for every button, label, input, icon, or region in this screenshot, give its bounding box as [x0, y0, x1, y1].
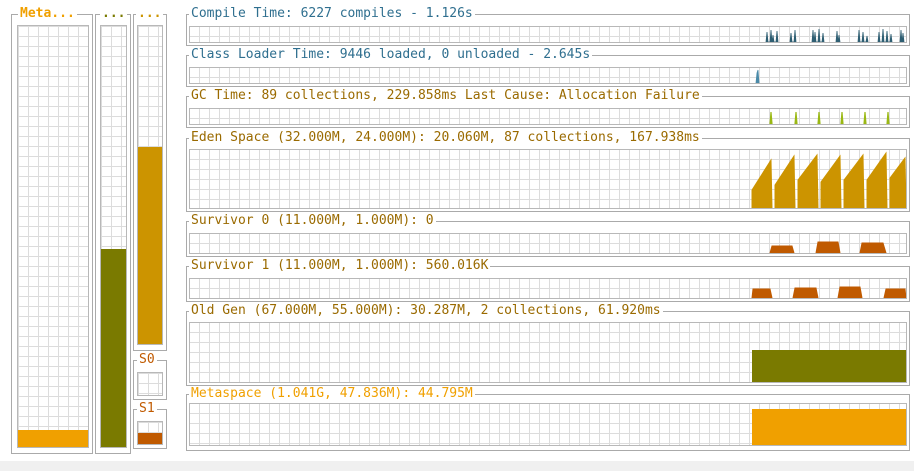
- gc-time-title: GC Time: 89 collections, 229.858ms Last …: [189, 88, 702, 104]
- status-strip: [0, 461, 914, 471]
- survivor0-bar-grid: [137, 372, 163, 396]
- eden-space-title: Eden Space (32.000M, 24.000M): 20.060M, …: [189, 130, 702, 146]
- survivor1-title: Survivor 1 (11.000M, 1.000M): 560.016K: [189, 258, 491, 274]
- survivor1-bar-grid: [137, 421, 163, 445]
- survivor1-bar-fill: [138, 433, 162, 444]
- survivor0-bar-label: S0: [137, 352, 157, 368]
- compile-time-graph: [189, 26, 907, 43]
- survivor0-title: Survivor 0 (11.000M, 1.000M): 0: [189, 213, 436, 229]
- eden-space-graph: [189, 149, 907, 209]
- old-gen-bar-grid: [100, 25, 127, 448]
- old-gen-bar-frame: ...: [95, 6, 131, 454]
- eden-space-trace: [751, 151, 906, 208]
- survivor1-graph: [189, 278, 907, 299]
- compile-time-panel: Compile Time: 6227 compiles - 1.126s: [186, 6, 910, 46]
- old-gen-title: Old Gen (67.000M, 55.000M): 30.287M, 2 c…: [189, 303, 663, 319]
- eden-bar-fill: [138, 146, 162, 344]
- survivor1-bar-frame: S1: [133, 401, 167, 449]
- class-loader-graph: [189, 67, 907, 84]
- survivor0-graph: [189, 233, 907, 254]
- eden-bar-label: ...: [136, 6, 164, 22]
- metaspace-graph: [189, 403, 907, 446]
- metaspace-bar-grid: [17, 25, 89, 448]
- compile-time-title: Compile Time: 6227 compiles - 1.126s: [189, 6, 475, 22]
- eden-bar-grid: [137, 25, 163, 345]
- survivor1-trace: [751, 286, 906, 298]
- visualgc-window: Meta... ... ... S0 S1 Compile Time: 6227…: [0, 0, 914, 471]
- gc-time-graph: [189, 108, 907, 125]
- metaspace-title: Metaspace (1.041G, 47.836M): 44.795M: [189, 386, 475, 402]
- metaspace-bar-frame: Meta...: [11, 6, 93, 454]
- class-loader-panel: Class Loader Time: 9446 loaded, 0 unload…: [186, 47, 910, 87]
- gc-time-trace: [769, 111, 890, 124]
- survivor0-trace: [769, 241, 887, 253]
- compile-time-trace: [765, 28, 905, 42]
- class-loader-trace: [755, 69, 760, 83]
- old-gen-trace: [752, 350, 906, 382]
- eden-space-panel: Eden Space (32.000M, 24.000M): 20.060M, …: [186, 130, 910, 212]
- metaspace-bar-label: Meta...: [18, 6, 77, 22]
- old-gen-bar-fill: [101, 249, 126, 447]
- eden-bar-frame: ...: [133, 6, 167, 351]
- metaspace-panel: Metaspace (1.041G, 47.836M): 44.795M: [186, 386, 910, 451]
- metaspace-trace: [752, 409, 906, 445]
- survivor0-panel: Survivor 0 (11.000M, 1.000M): 0: [186, 213, 910, 257]
- survivor1-bar-label: S1: [137, 401, 157, 417]
- gc-time-panel: GC Time: 89 collections, 229.858ms Last …: [186, 88, 910, 128]
- old-gen-panel: Old Gen (67.000M, 55.000M): 30.287M, 2 c…: [186, 303, 910, 386]
- class-loader-title: Class Loader Time: 9446 loaded, 0 unload…: [189, 47, 593, 63]
- old-gen-graph: [189, 322, 907, 383]
- survivor1-panel: Survivor 1 (11.000M, 1.000M): 560.016K: [186, 258, 910, 302]
- survivor0-bar-frame: S0: [133, 352, 167, 400]
- old-gen-bar-label: ...: [100, 6, 128, 22]
- metaspace-bar-fill: [18, 430, 88, 447]
